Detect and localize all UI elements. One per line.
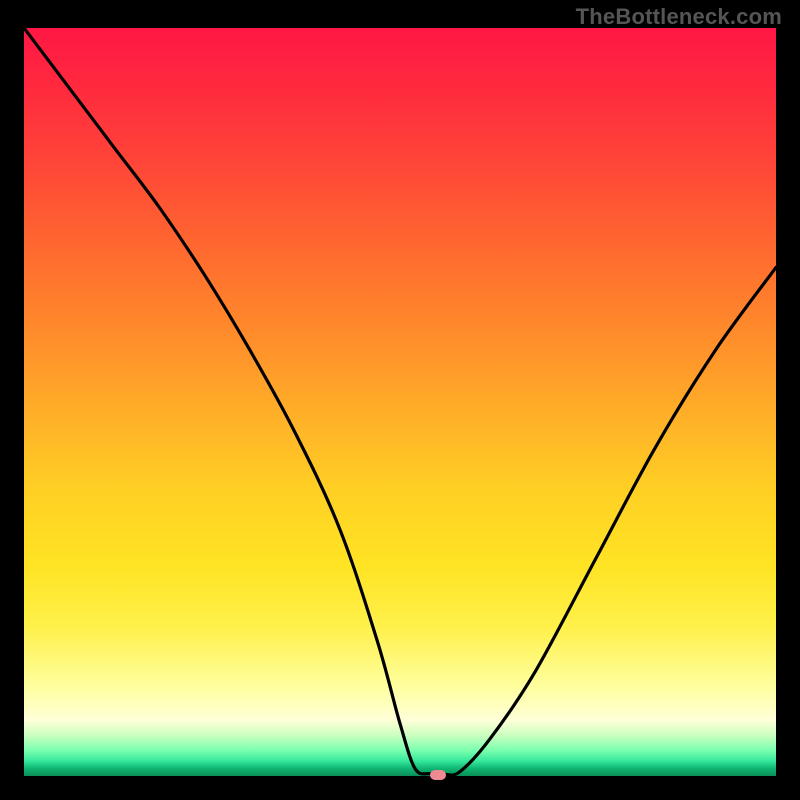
optimal-point-marker: [430, 770, 446, 780]
watermark-text: TheBottleneck.com: [576, 4, 782, 30]
chart-frame: TheBottleneck.com: [0, 0, 800, 800]
plot-area: [24, 28, 776, 776]
bottleneck-curve: [24, 28, 776, 776]
curve-path: [24, 28, 776, 775]
